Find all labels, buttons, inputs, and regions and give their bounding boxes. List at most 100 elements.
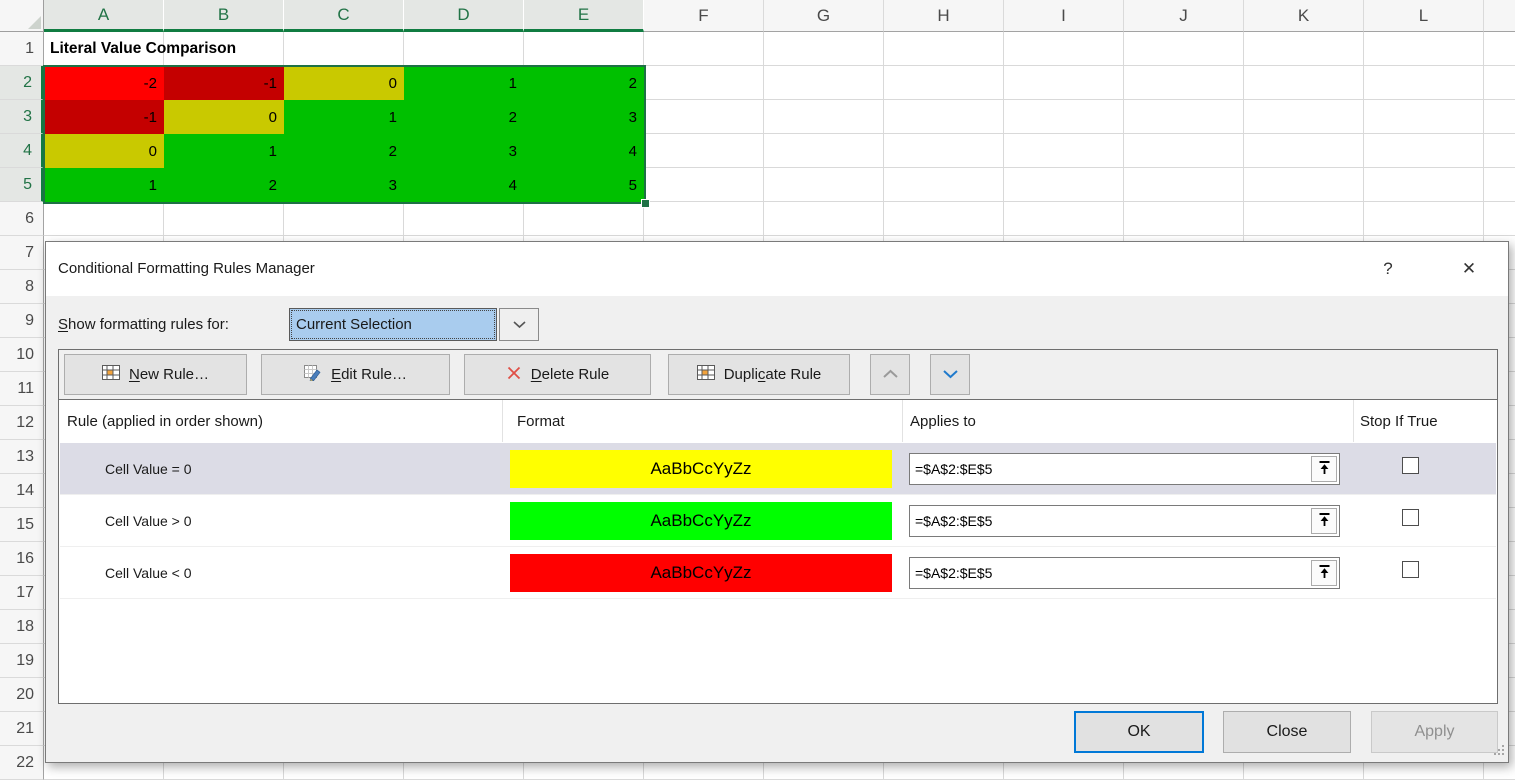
cell-H6[interactable]	[884, 202, 1004, 236]
stop-if-true-checkbox[interactable]	[1402, 561, 1419, 578]
cell-E1[interactable]	[524, 32, 644, 66]
row-header-7[interactable]: 7	[0, 236, 44, 270]
cell-L5[interactable]	[1364, 168, 1484, 202]
cell-D1[interactable]	[404, 32, 524, 66]
cell-B4[interactable]: 1	[164, 134, 284, 168]
row-header-4[interactable]: 4	[0, 134, 44, 168]
ok-button[interactable]: OK	[1074, 711, 1204, 753]
applies-to-input[interactable]	[910, 506, 1339, 536]
collapse-dialog-button[interactable]	[1311, 560, 1337, 586]
move-rule-down-button[interactable]	[930, 354, 970, 395]
cell-C1[interactable]	[284, 32, 404, 66]
cell-F2[interactable]	[644, 66, 764, 100]
cell-H4[interactable]	[884, 134, 1004, 168]
row-header-16[interactable]: 16	[0, 542, 44, 576]
row-header-22[interactable]: 22	[0, 746, 44, 780]
stop-if-true-checkbox[interactable]	[1402, 457, 1419, 474]
cell-G2[interactable]	[764, 66, 884, 100]
cell-I4[interactable]	[1004, 134, 1124, 168]
cell-A1[interactable]: Literal Value Comparison	[44, 32, 164, 66]
cell-A6[interactable]	[44, 202, 164, 236]
delete-rule-button[interactable]: Delete Rule	[464, 354, 651, 395]
cell-I6[interactable]	[1004, 202, 1124, 236]
column-header-J[interactable]: J	[1124, 0, 1244, 32]
apply-button[interactable]: Apply	[1371, 711, 1498, 753]
cell-H1[interactable]	[884, 32, 1004, 66]
cell-M5[interactable]	[1484, 168, 1515, 202]
cell-G4[interactable]	[764, 134, 884, 168]
new-rule-button[interactable]: New Rule…	[64, 354, 247, 395]
cell-F3[interactable]	[644, 100, 764, 134]
cell-D3[interactable]: 2	[404, 100, 524, 134]
cell-L6[interactable]	[1364, 202, 1484, 236]
cell-D5[interactable]: 4	[404, 168, 524, 202]
cell-G5[interactable]	[764, 168, 884, 202]
rule-row[interactable]: Cell Value = 0AaBbCcYyZz	[60, 443, 1496, 495]
cell-E6[interactable]	[524, 202, 644, 236]
cell-K5[interactable]	[1244, 168, 1364, 202]
row-header-15[interactable]: 15	[0, 508, 44, 542]
cell-H2[interactable]	[884, 66, 1004, 100]
cell-F1[interactable]	[644, 32, 764, 66]
row-header-17[interactable]: 17	[0, 576, 44, 610]
row-header-12[interactable]: 12	[0, 406, 44, 440]
cell-E5[interactable]: 5	[524, 168, 644, 202]
applies-to-input[interactable]	[910, 558, 1339, 588]
resize-grip[interactable]	[1493, 743, 1505, 760]
cell-C2[interactable]: 0	[284, 66, 404, 100]
close-icon[interactable]: ✕	[1454, 242, 1484, 296]
cell-A5[interactable]: 1	[44, 168, 164, 202]
cell-B3[interactable]: 0	[164, 100, 284, 134]
column-header-L[interactable]: L	[1364, 0, 1484, 32]
cell-J5[interactable]	[1124, 168, 1244, 202]
column-header-G[interactable]: G	[764, 0, 884, 32]
cell-H3[interactable]	[884, 100, 1004, 134]
stop-if-true-checkbox[interactable]	[1402, 509, 1419, 526]
row-header-9[interactable]: 9	[0, 304, 44, 338]
applies-to-input[interactable]	[910, 454, 1339, 484]
row-header-3[interactable]: 3	[0, 100, 44, 134]
row-header-14[interactable]: 14	[0, 474, 44, 508]
column-header-K[interactable]: K	[1244, 0, 1364, 32]
cell-J1[interactable]	[1124, 32, 1244, 66]
column-header-E[interactable]: E	[524, 0, 644, 32]
cell-C5[interactable]: 3	[284, 168, 404, 202]
cell-K3[interactable]	[1244, 100, 1364, 134]
row-header-11[interactable]: 11	[0, 372, 44, 406]
cell-J4[interactable]	[1124, 134, 1244, 168]
cell-M2[interactable]	[1484, 66, 1515, 100]
cell-G3[interactable]	[764, 100, 884, 134]
row-header-13[interactable]: 13	[0, 440, 44, 474]
cell-H5[interactable]	[884, 168, 1004, 202]
collapse-dialog-button[interactable]	[1311, 456, 1337, 482]
show-rules-combobox[interactable]: Current Selection	[289, 308, 497, 341]
combobox-dropdown-button[interactable]	[499, 308, 539, 341]
cell-F4[interactable]	[644, 134, 764, 168]
move-rule-up-button[interactable]	[870, 354, 910, 395]
cell-K1[interactable]	[1244, 32, 1364, 66]
cell-A4[interactable]: 0	[44, 134, 164, 168]
cell-C4[interactable]: 2	[284, 134, 404, 168]
row-header-20[interactable]: 20	[0, 678, 44, 712]
cell-L4[interactable]	[1364, 134, 1484, 168]
column-header-F[interactable]: F	[644, 0, 764, 32]
row-header-1[interactable]: 1	[0, 32, 44, 66]
edit-rule-button[interactable]: Edit Rule…	[261, 354, 450, 395]
row-header-19[interactable]: 19	[0, 644, 44, 678]
cell-I2[interactable]	[1004, 66, 1124, 100]
column-header-extra[interactable]	[1484, 0, 1515, 32]
row-header-8[interactable]: 8	[0, 270, 44, 304]
rule-row[interactable]: Cell Value < 0AaBbCcYyZz	[60, 547, 1496, 599]
cell-J2[interactable]	[1124, 66, 1244, 100]
cell-D2[interactable]: 1	[404, 66, 524, 100]
cell-L1[interactable]	[1364, 32, 1484, 66]
row-header-6[interactable]: 6	[0, 202, 44, 236]
cell-L2[interactable]	[1364, 66, 1484, 100]
cell-L3[interactable]	[1364, 100, 1484, 134]
column-header-D[interactable]: D	[404, 0, 524, 32]
cell-C6[interactable]	[284, 202, 404, 236]
column-header-A[interactable]: A	[44, 0, 164, 32]
cell-I3[interactable]	[1004, 100, 1124, 134]
cell-D4[interactable]: 3	[404, 134, 524, 168]
cell-F5[interactable]	[644, 168, 764, 202]
